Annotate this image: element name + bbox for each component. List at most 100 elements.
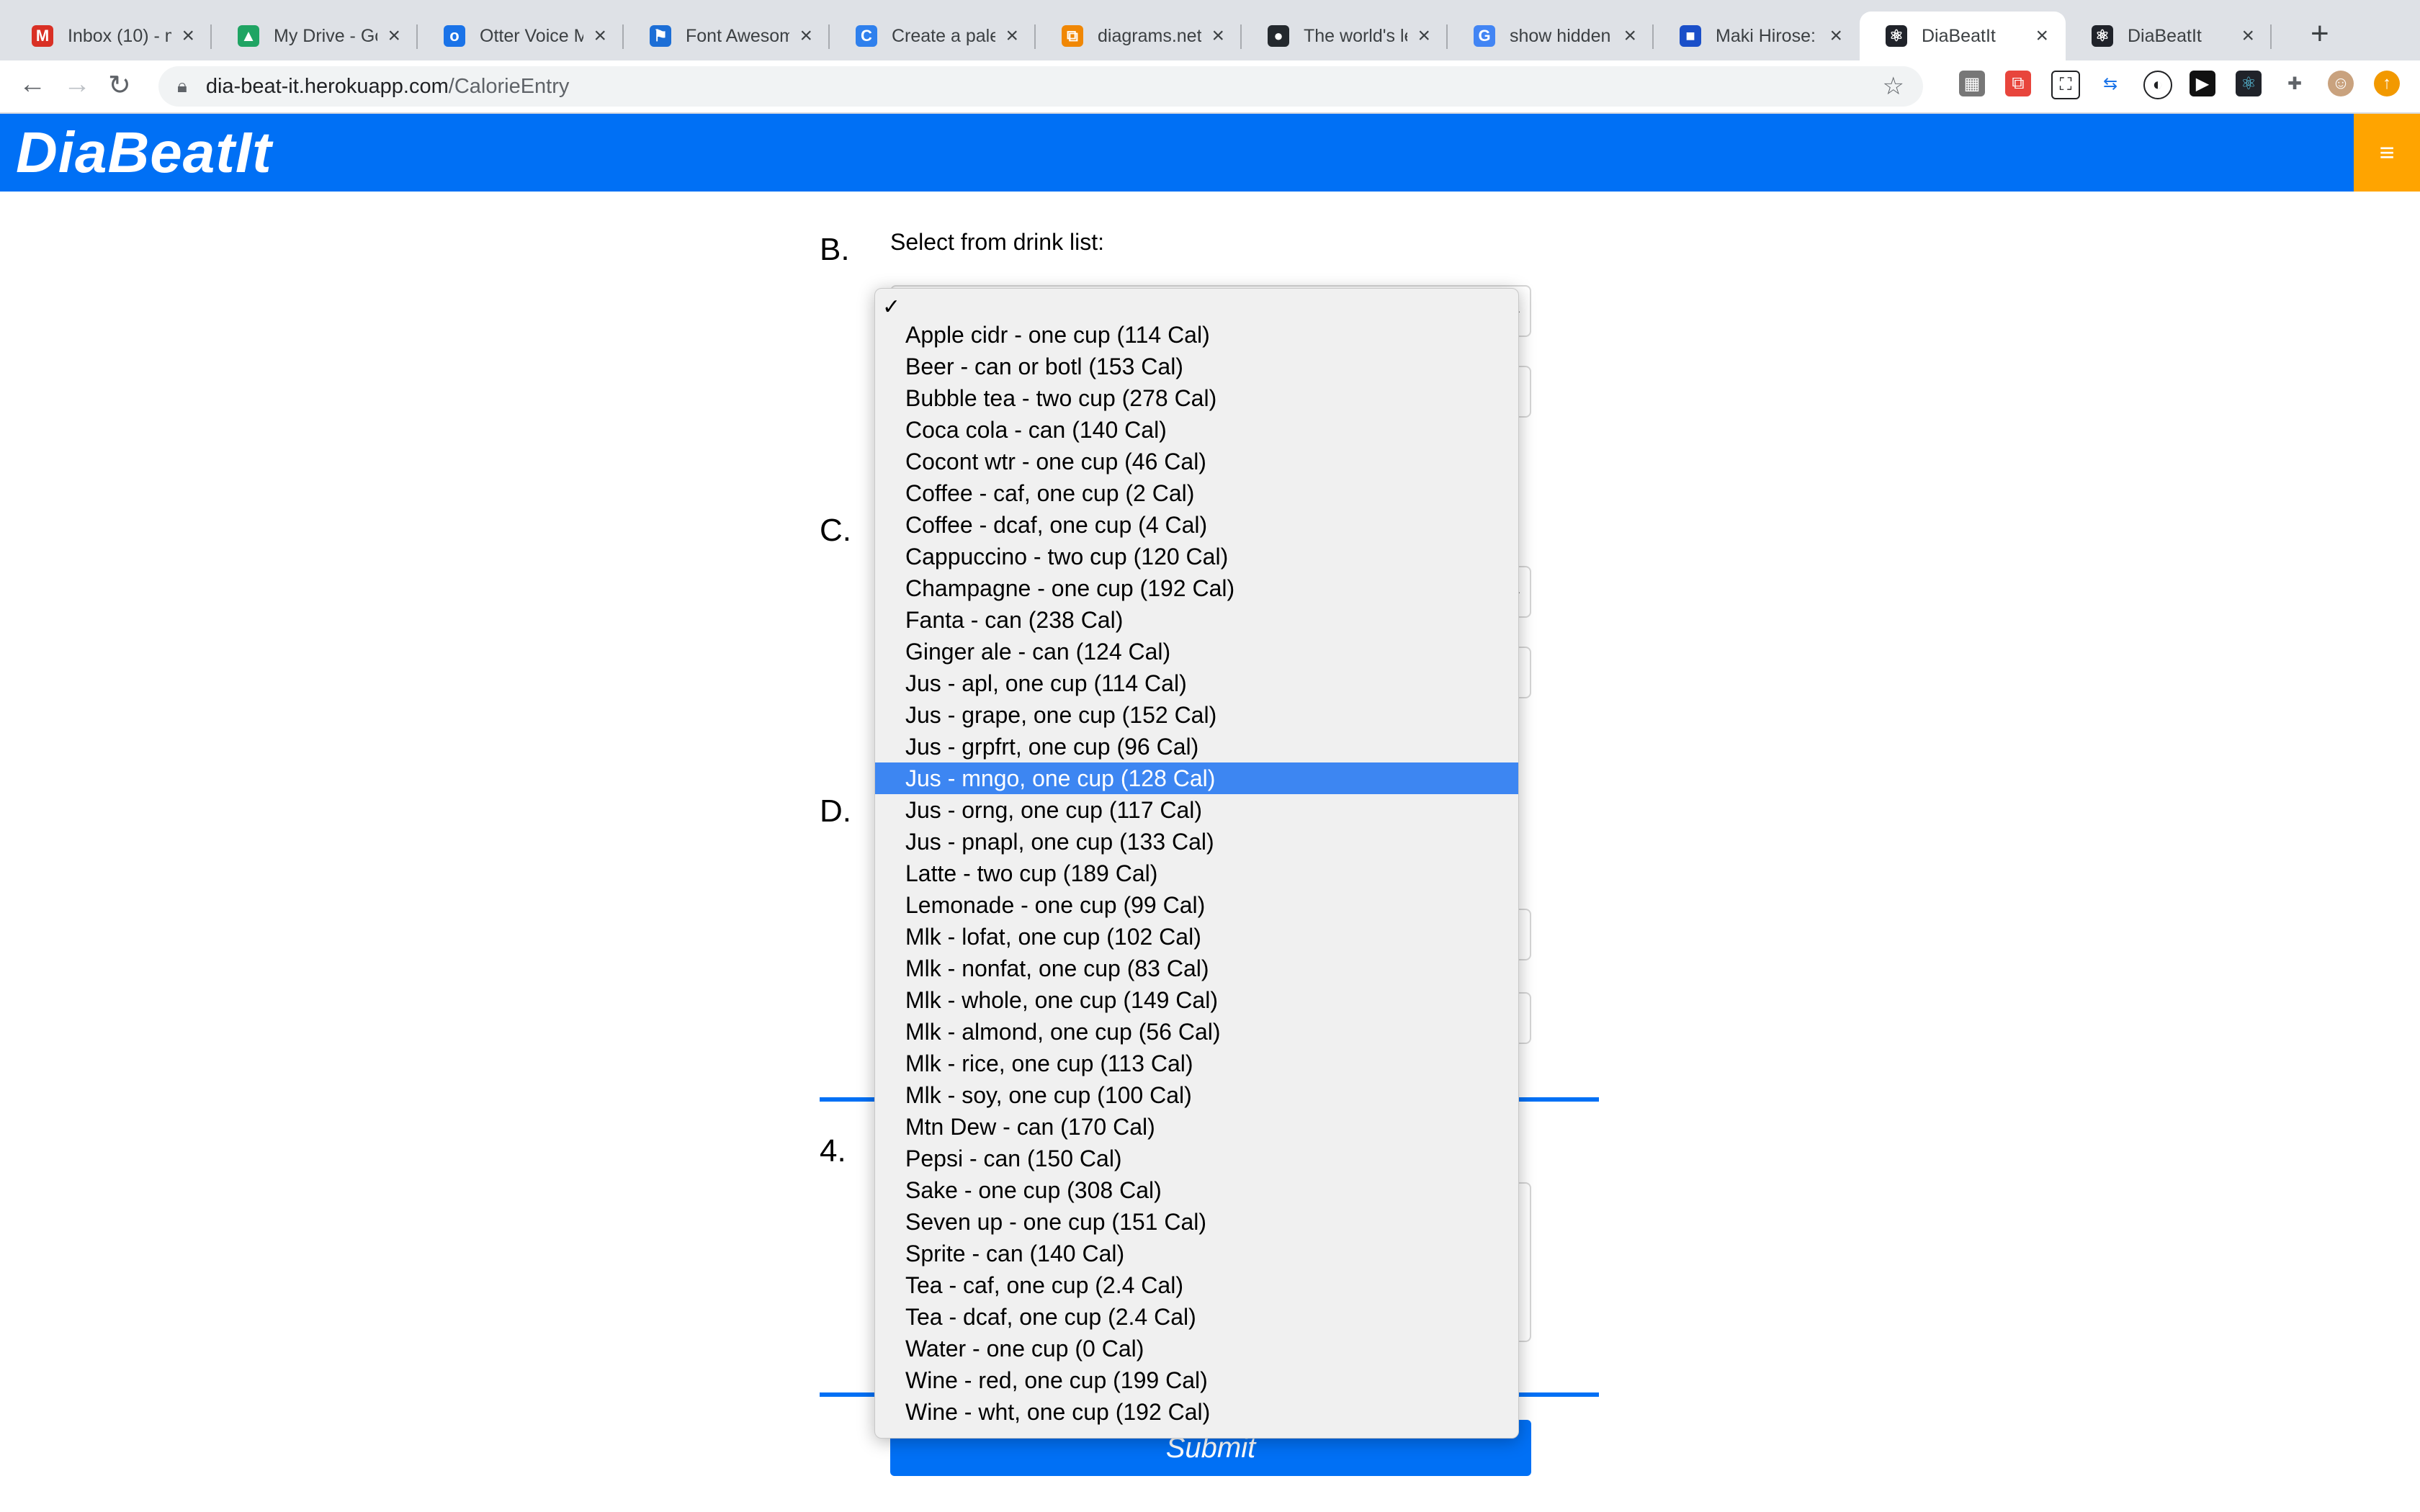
- browser-tab[interactable]: ⚛ DiaBeatIt ×: [2066, 12, 2272, 60]
- browser-tab[interactable]: ● The world's le ×: [1242, 12, 1448, 60]
- drink-option[interactable]: Seven up - one cup (151 Cal): [875, 1206, 1518, 1238]
- tab-title: show hidden f: [1510, 25, 1614, 46]
- drink-option[interactable]: Jus - mngo, one cup (128 Cal): [875, 762, 1518, 794]
- drink-option[interactable]: Mlk - nonfat, one cup (83 Cal): [875, 953, 1518, 984]
- hamburger-icon: ≡: [2379, 138, 2395, 167]
- drink-option[interactable]: Mlk - lofat, one cup (102 Cal): [875, 921, 1518, 953]
- browser-tab[interactable]: ■ Maki Hirose: L ×: [1654, 12, 1860, 60]
- reload-icon[interactable]: ↻: [108, 69, 131, 102]
- drink-option[interactable]: Mlk - soy, one cup (100 Cal): [875, 1079, 1518, 1111]
- google-icon: G: [1474, 25, 1495, 47]
- drink-list-label: Select from drink list:: [890, 229, 1104, 255]
- drink-option[interactable]: Jus - apl, one cup (114 Cal): [875, 667, 1518, 699]
- back-arrow-icon[interactable]: ←: [19, 69, 46, 100]
- close-icon[interactable]: ×: [1829, 24, 1842, 48]
- drink-option[interactable]: Jus - grape, one cup (152 Cal): [875, 699, 1518, 731]
- drink-option[interactable]: Jus - orng, one cup (117 Cal): [875, 794, 1518, 826]
- drink-option[interactable]: Coffee - caf, one cup (2 Cal): [875, 477, 1518, 509]
- react-icon: ⚛: [1886, 25, 1907, 47]
- close-icon[interactable]: ×: [1417, 24, 1430, 48]
- drink-option[interactable]: Wine - red, one cup (199 Cal): [875, 1364, 1518, 1396]
- browser-tab[interactable]: o Otter Voice M ×: [418, 12, 624, 60]
- drink-option[interactable]: Mlk - whole, one cup (149 Cal): [875, 984, 1518, 1016]
- browser-tab[interactable]: ⚑ Font Awesom ×: [624, 12, 830, 60]
- drink-option[interactable]: Tea - dcaf, one cup (2.4 Cal): [875, 1301, 1518, 1333]
- drink-option[interactable]: Champagne - one cup (192 Cal): [875, 572, 1518, 604]
- avatar[interactable]: ☺: [2328, 71, 2354, 96]
- update-icon[interactable]: ↑: [2374, 71, 2400, 96]
- drink-option[interactable]: Tea - caf, one cup (2.4 Cal): [875, 1269, 1518, 1301]
- close-icon[interactable]: ×: [799, 24, 812, 48]
- close-icon[interactable]: ×: [2241, 24, 2254, 48]
- browser-tab[interactable]: ⧉ diagrams.net ×: [1036, 12, 1242, 60]
- browser-tab-strip: M Inbox (10) - m × ▲ My Drive - Go × o Otter Vo…: [0, 0, 2420, 60]
- tab-title: Maki Hirose: L: [1716, 25, 1820, 46]
- drink-option[interactable]: Cappuccino - two cup (120 Cal): [875, 541, 1518, 572]
- brand-logo[interactable]: DiaBeatIt: [16, 120, 272, 186]
- close-icon[interactable]: ×: [182, 24, 194, 48]
- drink-option[interactable]: Beer - can or botl (153 Cal): [875, 351, 1518, 382]
- drink-dropdown-list[interactable]: ✓ Apple cidr - one cup (114 Cal) Beer - c…: [874, 288, 1519, 1439]
- drink-option[interactable]: Jus - pnapl, one cup (133 Cal): [875, 826, 1518, 858]
- close-icon[interactable]: ×: [1005, 24, 1018, 48]
- drink-option[interactable]: Latte - two cup (189 Cal): [875, 858, 1518, 889]
- drink-option[interactable]: Apple cidr - one cup (114 Cal): [875, 319, 1518, 351]
- gmail-icon: M: [32, 25, 53, 47]
- new-tab-button[interactable]: +: [2311, 16, 2329, 52]
- otter-icon: o: [444, 25, 465, 47]
- drawio-icon: ⧉: [1062, 25, 1083, 47]
- drink-option[interactable]: Jus - grpfrt, one cup (96 Cal): [875, 731, 1518, 762]
- tab-title: Otter Voice M: [480, 25, 584, 46]
- browser-tab[interactable]: C Create a palet ×: [830, 12, 1036, 60]
- flag-icon: ⚑: [650, 25, 671, 47]
- google-drive-icon: ▲: [238, 25, 259, 47]
- tab-title: DiaBeatIt: [2128, 25, 2202, 46]
- extension-icon[interactable]: ⧉: [2005, 71, 2031, 96]
- react-icon: ⚛: [2092, 25, 2113, 47]
- section-4-label: 4.: [820, 1133, 846, 1169]
- tab-title: Inbox (10) - m: [68, 25, 172, 46]
- drink-option[interactable]: Coca cola - can (140 Cal): [875, 414, 1518, 446]
- url-text: dia-beat-it.herokuapp.com/CalorieEntry: [205, 74, 570, 98]
- drink-option[interactable]: Ginger ale - can (124 Cal): [875, 636, 1518, 667]
- drink-option[interactable]: Sprite - can (140 Cal): [875, 1238, 1518, 1269]
- tab-title: DiaBeatIt: [1922, 25, 1996, 46]
- extension-icon[interactable]: ▶: [2190, 71, 2215, 96]
- browser-tab[interactable]: ⚛ DiaBeatIt ×: [1860, 12, 2066, 60]
- drink-option[interactable]: Fanta - can (238 Cal): [875, 604, 1518, 636]
- sync-arrows-icon[interactable]: ⇆: [2097, 71, 2123, 96]
- close-icon[interactable]: ×: [387, 24, 400, 48]
- drink-option[interactable]: Mlk - almond, one cup (56 Cal): [875, 1016, 1518, 1048]
- drink-option[interactable]: Lemonade - one cup (99 Cal): [875, 889, 1518, 921]
- drink-option[interactable]: Mlk - rice, one cup (113 Cal): [875, 1048, 1518, 1079]
- bookmark-star-icon[interactable]: ☆: [1883, 72, 1904, 101]
- drink-option[interactable]: Water - one cup (0 Cal): [875, 1333, 1518, 1364]
- checkmark-icon: ✓: [882, 295, 901, 319]
- tab-title: My Drive - Go: [274, 25, 378, 46]
- close-icon[interactable]: ×: [1623, 24, 1636, 48]
- drink-option[interactable]: Cocont wtr - one cup (46 Cal): [875, 446, 1518, 477]
- address-bar[interactable]: 🔒︎ dia-beat-it.herokuapp.com/CalorieEntr…: [158, 66, 1923, 107]
- extension-icon[interactable]: ▦: [1959, 71, 1985, 96]
- browser-tab[interactable]: M Inbox (10) - m ×: [6, 12, 212, 60]
- react-devtools-icon[interactable]: ⚛: [2236, 71, 2262, 96]
- drink-option[interactable]: Wine - wht, one cup (192 Cal): [875, 1396, 1518, 1428]
- drink-option[interactable]: Bubble tea - two cup (278 Cal): [875, 382, 1518, 414]
- lock-icon: 🔒︎: [177, 75, 187, 96]
- close-icon[interactable]: ×: [1211, 24, 1224, 48]
- extension-icon[interactable]: ◐: [2143, 71, 2172, 99]
- drink-option[interactable]: Sake - one cup (308 Cal): [875, 1174, 1518, 1206]
- square-icon: ■: [1680, 25, 1701, 47]
- drink-option[interactable]: Coffee - dcaf, one cup (4 Cal): [875, 509, 1518, 541]
- close-icon[interactable]: ×: [593, 24, 606, 48]
- browser-tab[interactable]: Gshow hidden f ×: [1448, 12, 1654, 60]
- close-icon[interactable]: ×: [2035, 24, 2048, 48]
- drink-option[interactable]: Mtn Dew - can (170 Cal): [875, 1111, 1518, 1143]
- forward-arrow-icon[interactable]: →: [63, 69, 91, 100]
- browser-tab[interactable]: ▲ My Drive - Go ×: [212, 12, 418, 60]
- hamburger-menu-button[interactable]: ≡: [2354, 114, 2420, 192]
- tab-title: diagrams.net: [1098, 25, 1202, 46]
- drink-option[interactable]: Pepsi - can (150 Cal): [875, 1143, 1518, 1174]
- screenshot-icon[interactable]: ⛶: [2051, 71, 2080, 99]
- puzzle-icon[interactable]: ✚: [2282, 71, 2308, 96]
